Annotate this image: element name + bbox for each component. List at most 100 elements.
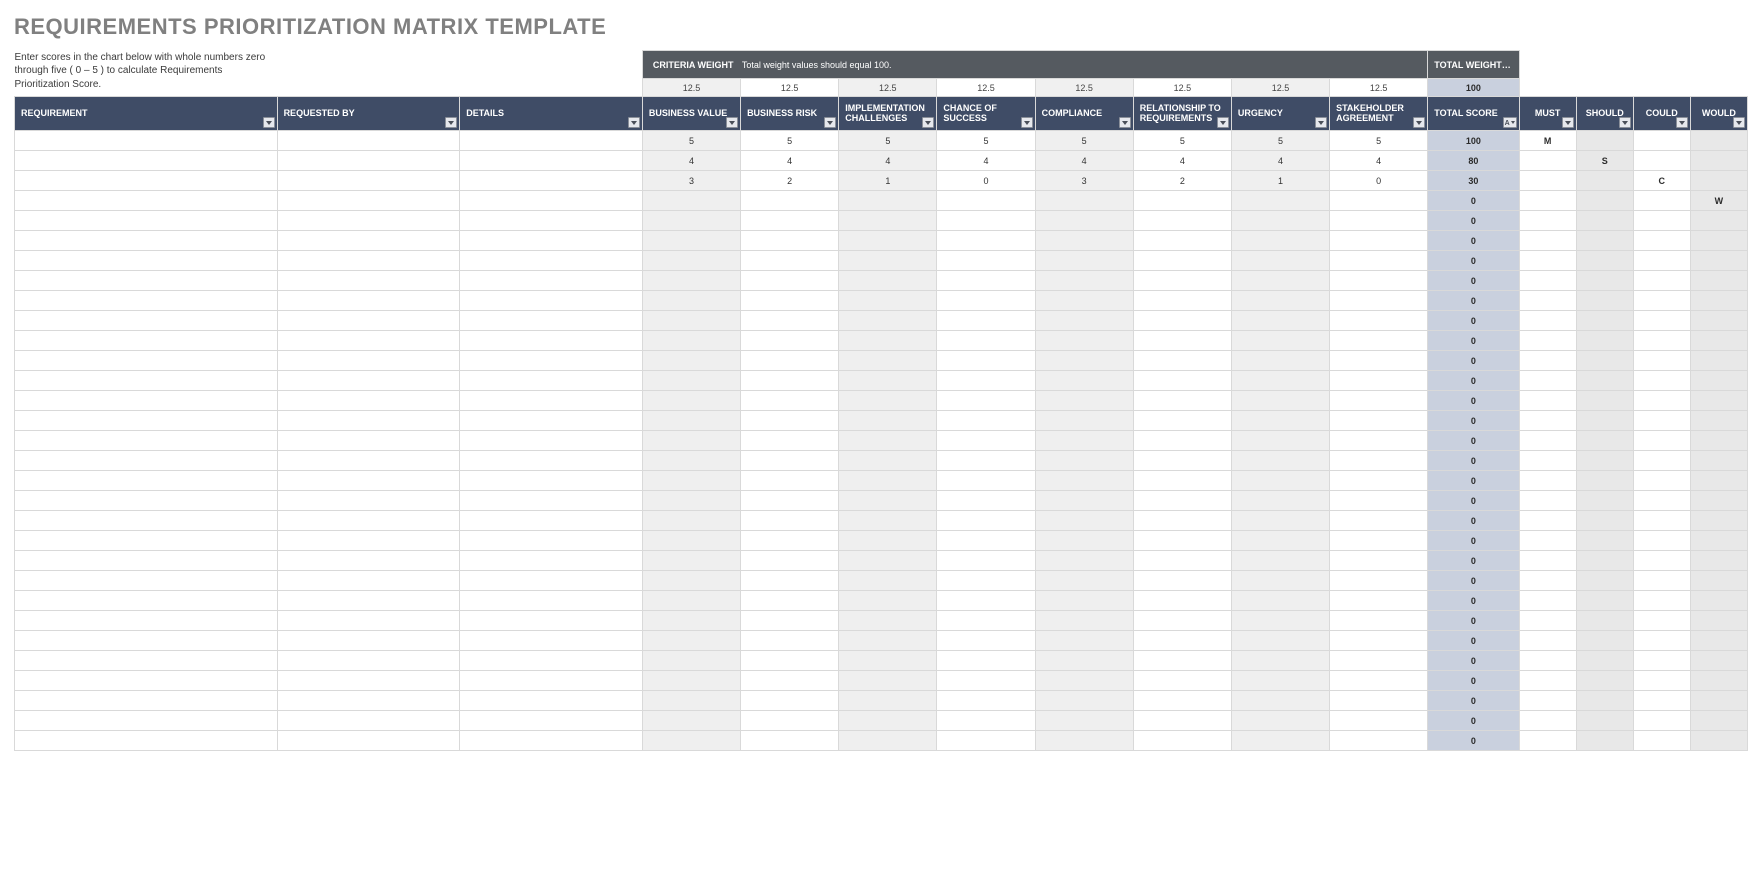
details-cell[interactable] xyxy=(460,231,643,251)
score-cell[interactable] xyxy=(741,511,839,531)
col-details[interactable]: DETAILS xyxy=(460,97,643,131)
score-cell[interactable] xyxy=(642,411,740,431)
requirement-cell[interactable] xyxy=(15,471,278,491)
score-cell[interactable] xyxy=(1330,471,1428,491)
score-cell[interactable] xyxy=(1231,371,1329,391)
col-requested-by[interactable]: REQUESTED BY xyxy=(277,97,460,131)
score-cell[interactable] xyxy=(1231,471,1329,491)
must-cell[interactable] xyxy=(1519,711,1576,731)
score-cell[interactable] xyxy=(1133,671,1231,691)
score-cell[interactable] xyxy=(1133,651,1231,671)
requirement-cell[interactable] xyxy=(15,131,278,151)
score-cell[interactable] xyxy=(1330,411,1428,431)
score-cell[interactable] xyxy=(1330,391,1428,411)
would-cell[interactable] xyxy=(1690,231,1747,251)
score-cell[interactable] xyxy=(1330,251,1428,271)
score-cell[interactable] xyxy=(741,291,839,311)
would-cell[interactable] xyxy=(1690,151,1747,171)
must-cell[interactable] xyxy=(1519,691,1576,711)
score-cell[interactable] xyxy=(937,211,1035,231)
should-cell[interactable] xyxy=(1576,631,1633,651)
score-cell[interactable] xyxy=(741,311,839,331)
score-cell[interactable] xyxy=(1133,551,1231,571)
requested-by-cell[interactable] xyxy=(277,151,460,171)
requested-by-cell[interactable] xyxy=(277,471,460,491)
must-cell[interactable] xyxy=(1519,291,1576,311)
requested-by-cell[interactable] xyxy=(277,571,460,591)
score-cell[interactable] xyxy=(1035,231,1133,251)
col-chance-of-success[interactable]: CHANCE OF SUCCESS xyxy=(937,97,1035,131)
filter-dropdown-icon[interactable] xyxy=(1217,117,1229,128)
score-cell[interactable] xyxy=(741,271,839,291)
score-cell[interactable] xyxy=(1035,731,1133,751)
score-cell[interactable] xyxy=(839,351,937,371)
score-cell[interactable] xyxy=(1231,571,1329,591)
weight-cell[interactable]: 12.5 xyxy=(937,79,1035,97)
score-cell[interactable] xyxy=(1133,491,1231,511)
would-cell[interactable] xyxy=(1690,571,1747,591)
score-cell[interactable] xyxy=(1133,331,1231,351)
should-cell[interactable] xyxy=(1576,651,1633,671)
would-cell[interactable] xyxy=(1690,531,1747,551)
could-cell[interactable] xyxy=(1633,131,1690,151)
requested-by-cell[interactable] xyxy=(277,211,460,231)
would-cell[interactable] xyxy=(1690,171,1747,191)
would-cell[interactable] xyxy=(1690,351,1747,371)
could-cell[interactable] xyxy=(1633,151,1690,171)
details-cell[interactable] xyxy=(460,391,643,411)
score-cell[interactable] xyxy=(1035,311,1133,331)
score-cell[interactable]: 2 xyxy=(741,171,839,191)
must-cell[interactable] xyxy=(1519,451,1576,471)
could-cell[interactable] xyxy=(1633,731,1690,751)
could-cell[interactable] xyxy=(1633,691,1690,711)
score-cell[interactable] xyxy=(1035,631,1133,651)
score-cell[interactable] xyxy=(937,191,1035,211)
score-cell[interactable] xyxy=(1035,331,1133,351)
should-cell[interactable] xyxy=(1576,511,1633,531)
should-cell[interactable]: S xyxy=(1576,151,1633,171)
could-cell[interactable] xyxy=(1633,251,1690,271)
score-cell[interactable] xyxy=(839,271,937,291)
requirement-cell[interactable] xyxy=(15,291,278,311)
score-cell[interactable] xyxy=(642,391,740,411)
would-cell[interactable] xyxy=(1690,551,1747,571)
could-cell[interactable] xyxy=(1633,371,1690,391)
score-cell[interactable] xyxy=(1330,231,1428,251)
requested-by-cell[interactable] xyxy=(277,351,460,371)
score-cell[interactable] xyxy=(741,691,839,711)
requirement-cell[interactable] xyxy=(15,231,278,251)
requested-by-cell[interactable] xyxy=(277,711,460,731)
score-cell[interactable] xyxy=(1330,431,1428,451)
col-business-risk[interactable]: BUSINESS RISK xyxy=(741,97,839,131)
requested-by-cell[interactable] xyxy=(277,231,460,251)
details-cell[interactable] xyxy=(460,691,643,711)
score-cell[interactable] xyxy=(642,331,740,351)
score-cell[interactable] xyxy=(839,611,937,631)
should-cell[interactable] xyxy=(1576,211,1633,231)
would-cell[interactable] xyxy=(1690,671,1747,691)
must-cell[interactable] xyxy=(1519,471,1576,491)
score-cell[interactable] xyxy=(937,331,1035,351)
score-cell[interactable] xyxy=(937,511,1035,531)
score-cell[interactable] xyxy=(1035,671,1133,691)
details-cell[interactable] xyxy=(460,211,643,231)
score-cell[interactable] xyxy=(1330,631,1428,651)
score-cell[interactable] xyxy=(839,651,937,671)
score-cell[interactable] xyxy=(1035,691,1133,711)
score-cell[interactable] xyxy=(839,211,937,231)
score-cell[interactable] xyxy=(937,571,1035,591)
score-cell[interactable] xyxy=(741,431,839,451)
must-cell[interactable] xyxy=(1519,491,1576,511)
score-cell[interactable] xyxy=(642,631,740,651)
must-cell[interactable] xyxy=(1519,551,1576,571)
must-cell[interactable] xyxy=(1519,611,1576,631)
score-cell[interactable] xyxy=(1330,711,1428,731)
requested-by-cell[interactable] xyxy=(277,531,460,551)
could-cell[interactable] xyxy=(1633,331,1690,351)
score-cell[interactable] xyxy=(1133,631,1231,651)
score-cell[interactable] xyxy=(937,371,1035,391)
must-cell[interactable] xyxy=(1519,571,1576,591)
should-cell[interactable] xyxy=(1576,331,1633,351)
col-stakeholder-agreement[interactable]: STAKEHOLDER AGREEMENT xyxy=(1330,97,1428,131)
could-cell[interactable] xyxy=(1633,311,1690,331)
